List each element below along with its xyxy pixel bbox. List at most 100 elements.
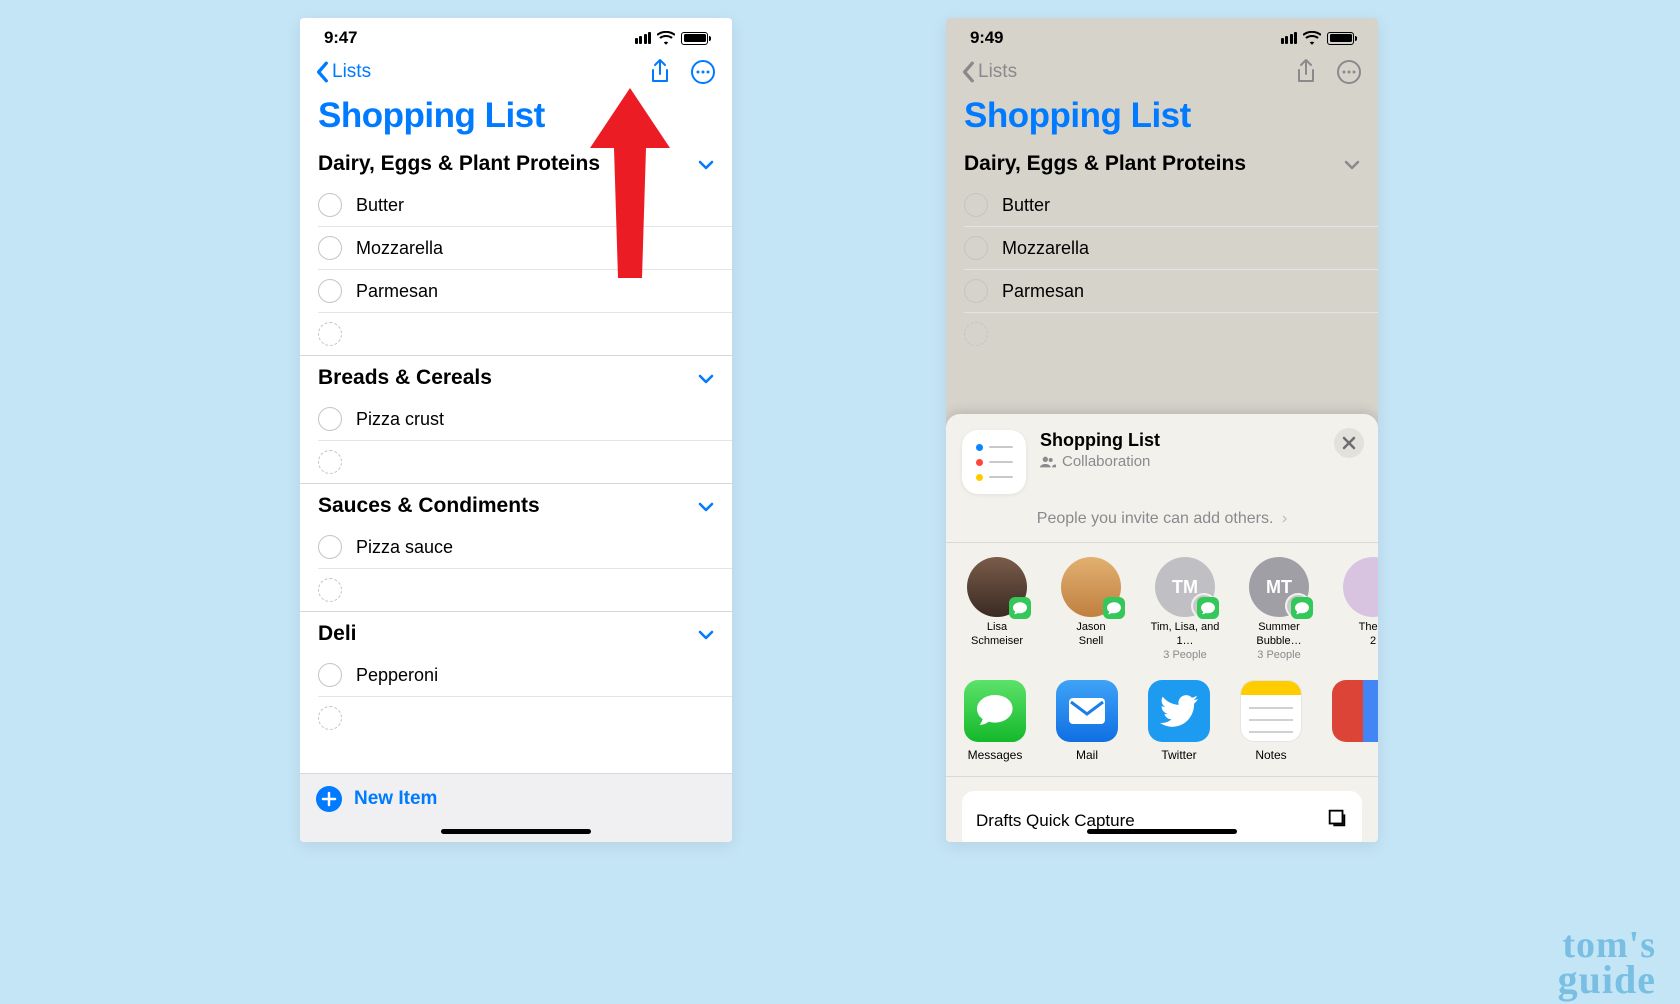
section-title: Deli [318, 622, 357, 646]
radio-placeholder-icon [964, 322, 988, 346]
contact-item[interactable]: MT Summer Bubble… 3 People [1244, 557, 1314, 662]
page-title: Shopping List [946, 90, 1378, 142]
chevron-down-icon [698, 494, 714, 518]
section-header[interactable]: Breads & Cereals [300, 356, 732, 398]
action-label: Drafts Quick Capture [976, 811, 1135, 831]
radio-empty-icon[interactable] [318, 193, 342, 217]
contact-item[interactable]: The F 2 [1338, 557, 1378, 662]
more-icon[interactable] [690, 59, 716, 85]
section-header[interactable]: Dairy, Eggs & Plant Proteins [946, 142, 1378, 184]
share-title: Shopping List [1040, 430, 1362, 451]
messages-app-icon [964, 680, 1026, 742]
contact-name-line1: Jason [1056, 621, 1126, 635]
phone-screenshot-right: 9:49 Lists Shopping List Dairy, Eggs & P… [946, 18, 1378, 842]
status-system-icons [635, 31, 709, 45]
more-icon[interactable] [1336, 59, 1362, 85]
radio-empty-icon[interactable] [964, 236, 988, 260]
status-system-icons [1281, 31, 1355, 45]
radio-empty-icon[interactable] [318, 407, 342, 431]
reminders-app-icon [962, 430, 1026, 494]
share-icon[interactable] [648, 58, 672, 86]
radio-empty-icon[interactable] [964, 279, 988, 303]
list-item[interactable]: Pepperoni [318, 654, 732, 697]
avatar [967, 557, 1027, 617]
radio-empty-icon[interactable] [318, 663, 342, 687]
chevron-down-icon [1344, 152, 1360, 176]
messages-badge-icon [1009, 597, 1031, 619]
list-item[interactable]: Pizza sauce [318, 526, 732, 569]
list-item[interactable]: Pizza crust [318, 398, 732, 441]
mail-app-icon [1056, 680, 1118, 742]
list-item[interactable]: Parmesan [318, 270, 732, 313]
nav-bar: Lists [946, 52, 1378, 90]
status-bar: 9:47 [300, 18, 732, 52]
app-more[interactable] [1330, 680, 1378, 762]
battery-icon [1327, 32, 1354, 45]
contact-item[interactable]: Jason Snell [1056, 557, 1126, 662]
avatar [1061, 557, 1121, 617]
app-notes[interactable]: Notes [1238, 680, 1304, 762]
back-button[interactable]: Lists [962, 61, 1017, 83]
list-item-placeholder[interactable] [318, 441, 732, 483]
contact-name-line1: Summer Bubble… [1244, 621, 1314, 649]
share-subtitle[interactable]: Collaboration [1040, 453, 1362, 470]
radio-empty-icon[interactable] [318, 236, 342, 260]
radio-empty-icon[interactable] [318, 279, 342, 303]
section-header[interactable]: Deli [300, 612, 732, 654]
avatar: TM [1155, 557, 1215, 617]
messages-badge-icon [1197, 597, 1219, 619]
wifi-icon [657, 31, 675, 45]
battery-icon [681, 32, 708, 45]
home-indicator[interactable] [441, 829, 591, 834]
phone-screenshot-left: 9:47 Lists Shopping List Dairy, Eggs & P… [300, 18, 732, 842]
list-item-placeholder[interactable] [318, 313, 732, 355]
app-messages[interactable]: Messages [962, 680, 1028, 762]
new-item-label: New Item [354, 788, 437, 810]
radio-placeholder-icon [318, 322, 342, 346]
section-dairy: Dairy, Eggs & Plant Proteins Butter Mozz… [946, 142, 1378, 355]
section-header[interactable]: Dairy, Eggs & Plant Proteins [300, 142, 732, 184]
messages-badge-icon [1103, 597, 1125, 619]
radio-empty-icon[interactable] [964, 193, 988, 217]
wifi-icon [1303, 31, 1321, 45]
contact-item[interactable]: TM Tim, Lisa, and 1… 3 People [1150, 557, 1220, 662]
contact-item[interactable]: Lisa Schmeiser [962, 557, 1032, 662]
section-breads: Breads & Cereals Pizza crust [300, 356, 732, 484]
close-icon [1342, 436, 1356, 450]
section-sauces: Sauces & Condiments Pizza sauce [300, 484, 732, 612]
chevron-down-icon [698, 622, 714, 646]
close-button[interactable] [1334, 428, 1364, 458]
page-title: Shopping List [300, 90, 732, 142]
share-action-drafts[interactable]: Drafts Quick Capture [962, 791, 1362, 842]
section-title: Breads & Cereals [318, 366, 492, 390]
app-twitter[interactable]: Twitter [1146, 680, 1212, 762]
list-item[interactable]: Parmesan [964, 270, 1378, 313]
cellular-signal-icon [635, 32, 652, 44]
contact-name-line1: Tim, Lisa, and 1… [1150, 621, 1220, 649]
invite-options-row[interactable]: People you invite can add others. › [946, 504, 1378, 543]
home-indicator[interactable] [1087, 829, 1237, 834]
app-label: Mail [1054, 748, 1120, 762]
radio-placeholder-icon [318, 450, 342, 474]
radio-empty-icon[interactable] [318, 535, 342, 559]
list-item[interactable]: Mozzarella [318, 227, 732, 270]
notes-app-icon [1240, 680, 1302, 742]
app-label: Twitter [1146, 748, 1212, 762]
list-item[interactable]: Mozzarella [964, 227, 1378, 270]
people-icon [1040, 456, 1056, 468]
contact-sub: 3 People [1150, 649, 1220, 663]
new-item-button[interactable]: New Item [316, 786, 716, 812]
plus-circle-icon [316, 786, 342, 812]
list-item[interactable]: Butter [964, 184, 1378, 227]
share-icon[interactable] [1294, 58, 1318, 86]
contact-name-line1: The F [1338, 621, 1378, 635]
section-title: Sauces & Condiments [318, 494, 540, 518]
section-title: Dairy, Eggs & Plant Proteins [964, 152, 1246, 176]
app-mail[interactable]: Mail [1054, 680, 1120, 762]
back-button[interactable]: Lists [316, 61, 371, 83]
list-item-placeholder[interactable] [964, 313, 1378, 355]
list-item-placeholder[interactable] [318, 697, 732, 739]
section-header[interactable]: Sauces & Condiments [300, 484, 732, 526]
list-item-placeholder[interactable] [318, 569, 732, 611]
list-item[interactable]: Butter [318, 184, 732, 227]
